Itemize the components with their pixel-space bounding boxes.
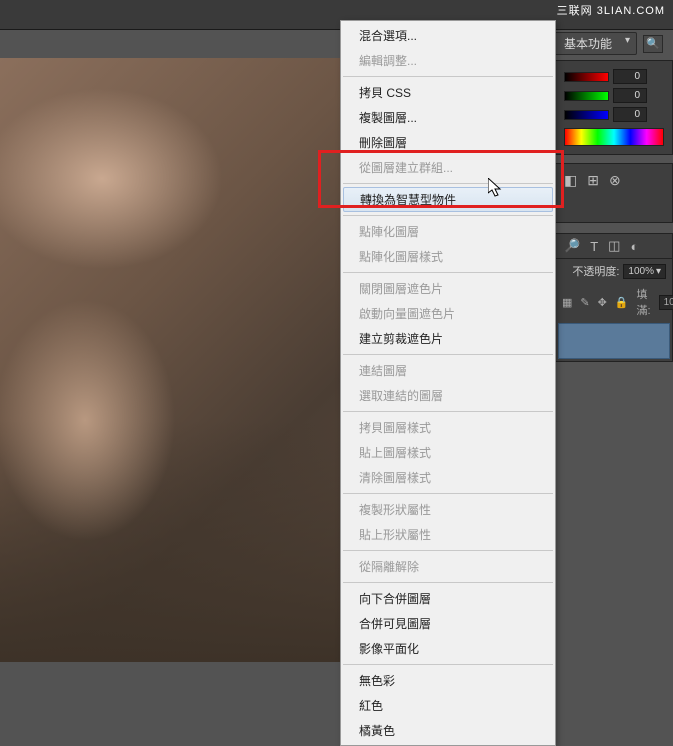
- menu-item: 點陣化圖層: [341, 219, 555, 244]
- opacity-value-input[interactable]: 100% ▾: [623, 264, 666, 279]
- menu-item[interactable]: 無色彩: [341, 668, 555, 693]
- menu-item[interactable]: 向下合併圖層: [341, 586, 555, 611]
- menu-item[interactable]: 合併可見圖層: [341, 611, 555, 636]
- menu-item: 貼上形狀屬性: [341, 522, 555, 547]
- fill-label: 填滿:: [637, 286, 651, 318]
- menu-separator: [343, 354, 553, 355]
- menu-item: 貼上圖層樣式: [341, 440, 555, 465]
- color-panel: 0 0 0: [555, 60, 673, 155]
- filter-smart-icon[interactable]: ◐: [630, 239, 638, 254]
- document-canvas[interactable]: [0, 58, 340, 662]
- menu-item: 編輯調整...: [341, 48, 555, 73]
- blue-slider[interactable]: [564, 110, 609, 120]
- menu-item[interactable]: 紅色: [341, 693, 555, 718]
- spectrum-strip[interactable]: [564, 128, 664, 146]
- menu-item: 從隔離解除: [341, 554, 555, 579]
- fill-value-input[interactable]: 100% ▾: [659, 295, 673, 310]
- menu-item[interactable]: 影像平面化: [341, 636, 555, 661]
- workspace-dropdown[interactable]: 基本功能: [553, 32, 637, 55]
- menu-item[interactable]: 轉換為智慧型物件: [343, 187, 553, 212]
- opacity-label: 不透明度:: [572, 263, 619, 279]
- menu-item: 從圖層建立群組...: [341, 155, 555, 180]
- menu-separator: [343, 550, 553, 551]
- menu-item: 拷貝圖層樣式: [341, 415, 555, 440]
- green-value-input[interactable]: 0: [613, 88, 647, 103]
- layer-item-selected[interactable]: [558, 323, 670, 359]
- lock-transparent-icon[interactable]: ▦: [562, 296, 572, 309]
- watermark-text: 三联网 3LIAN.COM: [557, 2, 665, 18]
- blue-value-input[interactable]: 0: [613, 107, 647, 122]
- menu-item[interactable]: 橘黃色: [341, 718, 555, 743]
- search-icon[interactable]: 🔍: [643, 35, 663, 53]
- menu-separator: [343, 76, 553, 77]
- options-bar: 基本功能 🔍: [553, 32, 663, 55]
- green-slider[interactable]: [564, 91, 609, 101]
- presets-icon[interactable]: ◧: [564, 172, 577, 189]
- menu-item[interactable]: 建立剪裁遮色片: [341, 326, 555, 351]
- menu-separator: [343, 272, 553, 273]
- menu-separator: [343, 215, 553, 216]
- adjustments-icon[interactable]: ⊗: [609, 172, 621, 189]
- menu-separator: [343, 183, 553, 184]
- swatches-icon[interactable]: ⊞: [587, 172, 599, 189]
- lock-paint-icon[interactable]: ✎: [580, 296, 589, 309]
- menu-item[interactable]: 複製圖層...: [341, 105, 555, 130]
- menu-item: 啟動向量圖遮色片: [341, 301, 555, 326]
- red-slider[interactable]: [564, 72, 609, 82]
- search-icon[interactable]: 🔎: [564, 238, 580, 254]
- menu-separator: [343, 493, 553, 494]
- menu-item: 關閉圖層遮色片: [341, 276, 555, 301]
- menu-separator: [343, 411, 553, 412]
- filter-text-icon[interactable]: T: [590, 239, 598, 254]
- menu-item: 清除圖層樣式: [341, 465, 555, 490]
- menu-separator: [343, 582, 553, 583]
- layer-context-menu: 混合選項...編輯調整... 拷貝 CSS複製圖層...刪除圖層從圖層建立群組..…: [340, 20, 556, 746]
- lock-move-icon[interactable]: ✥: [598, 296, 607, 309]
- menu-item[interactable]: 刪除圖層: [341, 130, 555, 155]
- menu-separator: [343, 664, 553, 665]
- menu-item: 選取連結的圖層: [341, 383, 555, 408]
- menu-item: 複製形狀屬性: [341, 497, 555, 522]
- filter-shape-icon[interactable]: ◫: [608, 238, 620, 254]
- layers-panel: 🔎 T ◫ ◐ 不透明度: 100% ▾ ▦ ✎ ✥ 🔒 填滿: 100% ▾: [555, 233, 673, 362]
- right-panel-dock: 0 0 0 ◧ ⊞ ⊗ 🔎 T ◫ ◐ 不透明度: 100% ▾ ▦: [555, 60, 673, 362]
- menu-item: 連結圖層: [341, 358, 555, 383]
- red-value-input[interactable]: 0: [613, 69, 647, 84]
- menu-item[interactable]: 拷貝 CSS: [341, 80, 555, 105]
- adjustments-panel: ◧ ⊞ ⊗: [555, 163, 673, 223]
- menu-item: 點陣化圖層樣式: [341, 244, 555, 269]
- lock-all-icon[interactable]: 🔒: [615, 296, 629, 309]
- menu-item[interactable]: 混合選項...: [341, 23, 555, 48]
